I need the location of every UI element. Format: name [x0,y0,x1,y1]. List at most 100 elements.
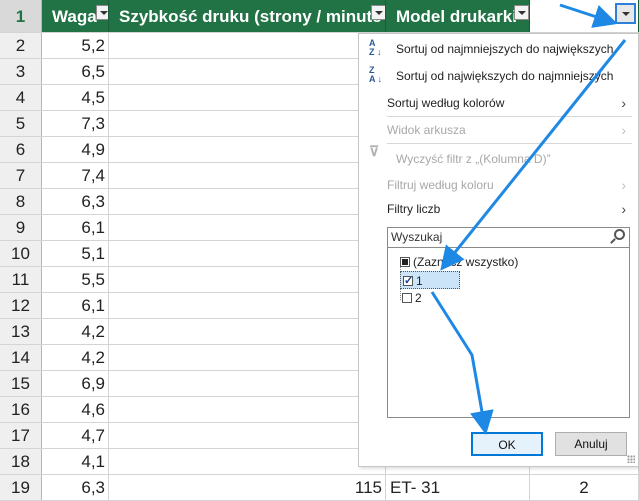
column-header-waga[interactable]: Waga [42,0,109,32]
cell-waga[interactable]: 4,2 [42,319,109,344]
row-header[interactable]: 16 [0,397,42,422]
cell-waga[interactable]: 6,3 [42,189,109,214]
menu-item-label: Filtruj według koloru [387,178,494,192]
cancel-button[interactable]: Anuluj [555,432,627,456]
cell-waga[interactable]: 6,5 [42,59,109,84]
row-header[interactable]: 18 [0,449,42,474]
column-header-print-speed[interactable]: Szybkość druku (strony / minute [109,0,386,32]
header-row: 1 Waga Szybkość druku (strony / minute M… [0,0,639,33]
cell-d[interactable]: 2 [530,475,639,500]
cell-print-speed[interactable] [109,163,386,188]
menu-item-label: Sortuj od najmniejszych do największych [396,42,614,56]
row-header[interactable]: 9 [0,215,42,240]
chevron-right-icon: › [621,177,626,193]
menu-item-filter-by-color: Filtruj według koloru › [359,172,638,198]
cell-waga[interactable]: 6,9 [42,371,109,396]
autofilter-dropdown-menu: AZ ↓ Sortuj od najmniejszych do najwięks… [358,33,639,467]
cell-waga[interactable]: 6,3 [42,475,109,500]
cell-waga[interactable]: 4,2 [42,345,109,370]
cell-waga[interactable]: 5,2 [42,33,109,58]
cell-print-speed[interactable]: 1 [109,293,386,318]
cell-print-speed[interactable] [109,423,386,448]
row-header[interactable]: 6 [0,137,42,162]
cell-print-speed[interactable] [109,33,386,58]
cell-waga[interactable]: 4,5 [42,85,109,110]
cell-printer-model[interactable]: ET- 31 [386,475,530,500]
row-header[interactable]: 5 [0,111,42,136]
cell-print-speed[interactable]: 1 [109,345,386,370]
column-header-label: Model drukarki [396,7,517,26]
row-header[interactable]: 17 [0,423,42,448]
row-header[interactable]: 14 [0,345,42,370]
checkbox-unchecked-icon[interactable] [402,292,412,303]
cell-waga[interactable]: 4,9 [42,137,109,162]
clear-filter-icon: ⊽ [369,143,380,159]
menu-item-number-filters[interactable]: Filtry liczb › [359,196,638,222]
menu-item-label: Sortuj według kolorów [387,96,505,110]
row-header[interactable]: 2 [0,33,42,58]
menu-separator [387,143,632,144]
cell-print-speed[interactable] [109,85,386,110]
row-header[interactable]: 7 [0,163,42,188]
row-header[interactable]: 11 [0,267,42,292]
menu-item-label: Wyczyść filtr z „(Kolumna D)” [396,152,551,166]
ok-button[interactable]: OK [471,432,543,456]
cell-print-speed[interactable] [109,111,386,136]
menu-item-sort-descending[interactable]: ZA ↓ Sortuj od największych do najmniejs… [359,63,638,89]
filter-values-list: (Zaznacz wszystko) 1 2 [387,248,630,418]
checkbox-checked-icon[interactable] [403,272,413,290]
column-header-label: Waga [52,7,97,26]
cell-print-speed[interactable] [109,189,386,214]
list-item-select-all[interactable]: (Zaznacz wszystko) [400,253,518,271]
filter-dropdown-button[interactable] [371,5,385,20]
cell-waga[interactable]: 4,6 [42,397,109,422]
row-header[interactable]: 12 [0,293,42,318]
search-placeholder: Wyszukaj [391,230,443,244]
cell-print-speed[interactable] [109,59,386,84]
list-item-value-1[interactable]: 1 [400,271,460,290]
row-header[interactable]: 8 [0,189,42,214]
row-header[interactable]: 10 [0,241,42,266]
cell-waga[interactable]: 7,4 [42,163,109,188]
row-header[interactable]: 4 [0,85,42,110]
list-item-label: 1 [416,274,423,288]
cell-print-speed[interactable]: 115 [109,475,386,500]
cell-print-speed[interactable]: 1 [109,449,386,474]
cell-print-speed[interactable]: 1 [109,397,386,422]
row-header[interactable]: 3 [0,59,42,84]
cell-waga[interactable]: 5,1 [42,241,109,266]
menu-item-label: Sortuj od największych do najmniejszych [396,69,614,83]
row-header[interactable]: 15 [0,371,42,396]
menu-item-sort-by-color[interactable]: Sortuj według kolorów › [359,90,638,116]
cell-waga[interactable]: 4,7 [42,423,109,448]
cell-waga[interactable]: 7,3 [42,111,109,136]
checkbox-partial-icon[interactable] [400,256,410,267]
search-input[interactable]: Wyszukaj [387,227,630,248]
list-item-value-2[interactable]: 2 [402,289,422,307]
column-header-label: Szybkość druku (strony / minute [119,7,382,26]
menu-item-label: Widok arkusza [387,123,466,137]
row-header[interactable]: 19 [0,475,42,500]
cell-print-speed[interactable] [109,137,386,162]
menu-item-sort-ascending[interactable]: AZ ↓ Sortuj od najmniejszych do najwięks… [359,36,638,62]
cell-print-speed[interactable] [109,241,386,266]
table-row: 19 6,3 115 ET- 31 2 [0,475,639,501]
column-header-d[interactable] [530,0,639,32]
cell-waga[interactable]: 5,5 [42,267,109,292]
cell-print-speed[interactable] [109,371,386,396]
filter-dropdown-button[interactable] [96,5,108,20]
filter-dropdown-button[interactable] [514,5,529,20]
cell-print-speed[interactable]: 1 [109,319,386,344]
cell-waga[interactable]: 6,1 [42,215,109,240]
cell-print-speed[interactable] [109,267,386,292]
cell-print-speed[interactable] [109,215,386,240]
row-header[interactable]: 13 [0,319,42,344]
search-icon[interactable] [614,229,625,240]
cell-waga[interactable]: 4,1 [42,449,109,474]
cell-waga[interactable]: 6,1 [42,293,109,318]
chevron-right-icon: › [621,95,626,111]
row-header[interactable]: 1 [0,0,42,32]
filter-dropdown-button-active[interactable] [615,3,636,24]
column-header-printer-model[interactable]: Model drukarki [386,0,530,32]
resize-grip-icon[interactable] [627,455,635,463]
